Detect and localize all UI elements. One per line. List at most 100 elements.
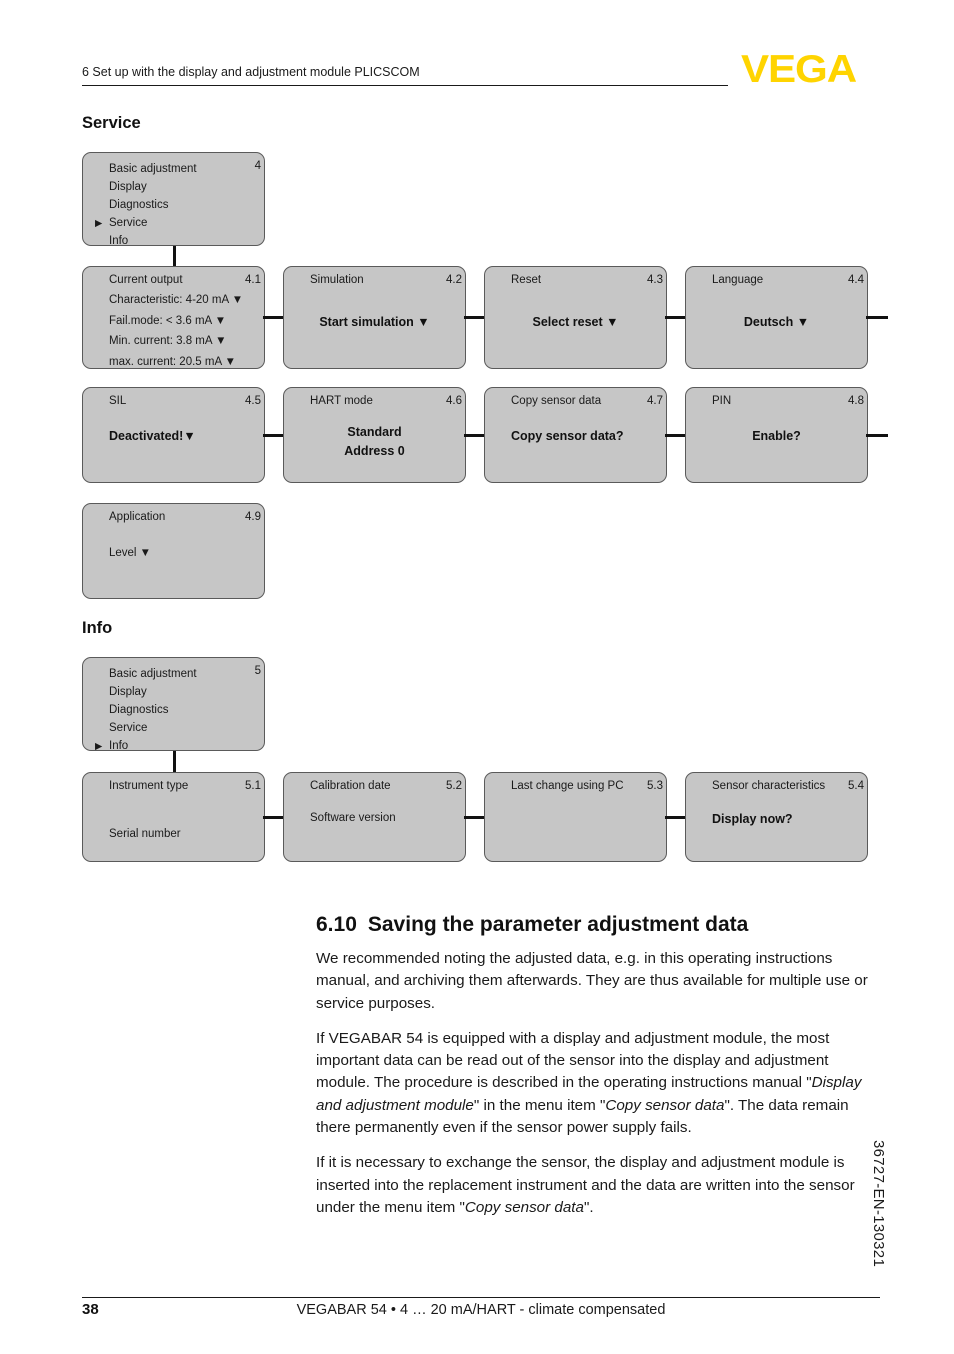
paragraph-2-part-a: If VEGABAR 54 is equipped with a display… — [316, 1029, 830, 1092]
box-title: Last change using PC — [511, 780, 624, 792]
connector-horizontal — [665, 316, 687, 319]
menu-item-selected[interactable]: Info — [95, 737, 197, 756]
article-body: 6.10 Saving the parameter adjustment data… — [316, 912, 878, 1232]
box-number: 5.4 — [848, 780, 864, 792]
connector-horizontal — [464, 316, 486, 319]
footer-divider — [82, 1297, 880, 1298]
box-value: Select reset ▼ — [532, 315, 619, 329]
menu-item[interactable]: Info — [109, 232, 197, 250]
box-value: Serial number — [109, 828, 181, 840]
box-title: Instrument type — [109, 780, 189, 792]
article-paragraph-3: If it is necessary to exchange the senso… — [316, 1152, 878, 1219]
paragraph-3-italic: Copy sensor data — [464, 1198, 584, 1216]
article-heading: 6.10 Saving the parameter adjustment data — [316, 912, 878, 937]
paragraph-2-italic-2: Copy sensor data — [605, 1096, 725, 1114]
box-line: max. current: 20.5 mA ▼ — [109, 355, 237, 368]
box-language[interactable]: Language 4.4 Deutsch ▼ — [685, 266, 868, 369]
box-line: Characteristic: 4-20 mA ▼ — [109, 294, 244, 306]
box-line: Fail.mode: < 3.6 mA ▼ — [109, 314, 227, 327]
info-menu-number: 5 — [254, 665, 261, 677]
box-title: Sensor characteristics — [712, 780, 826, 792]
paragraph-3-part-b: ". — [583, 1198, 594, 1216]
header-divider — [82, 85, 728, 86]
info-menu-box[interactable]: 5 Basic adjustment Display Diagnostics S… — [82, 657, 265, 756]
box-line: Min. current: 3.8 mA ▼ — [109, 335, 227, 347]
box-number: 4.6 — [446, 395, 462, 407]
box-value: Start simulation ▼ — [319, 315, 430, 329]
chapter-title: 6 Set up with the display and adjustment… — [82, 65, 420, 79]
article-heading-text: Saving the parameter adjustment data — [367, 913, 749, 936]
box-number: 4.8 — [848, 395, 864, 407]
menu-item[interactable]: Service — [109, 719, 197, 737]
box-title: PIN — [712, 395, 732, 407]
box-value: Display now? — [712, 812, 793, 826]
vega-logo: VEGA — [741, 48, 857, 91]
box-number: 4.4 — [848, 274, 864, 286]
info-menu-list: Basic adjustment Display Diagnostics Ser… — [95, 665, 197, 756]
box-number: 5.3 — [647, 780, 663, 792]
box-value: Software version — [310, 812, 396, 824]
box-sil[interactable]: SIL 4.5 Deactivated!▼ — [82, 387, 265, 483]
box-title: Language — [712, 274, 764, 286]
box-title: SIL — [109, 395, 127, 407]
article-paragraph-2: If VEGABAR 54 is equipped with a display… — [316, 1028, 878, 1139]
menu-item[interactable]: Display — [109, 683, 197, 701]
box-value-line-2: Address 0 — [344, 444, 405, 458]
paragraph-2-part-b: " in the menu item " — [473, 1096, 606, 1114]
box-number: 4.3 — [647, 274, 663, 286]
box-number: 4.2 — [446, 274, 462, 286]
box-title: HART mode — [310, 395, 373, 407]
box-title: Calibration date — [310, 780, 391, 792]
service-menu-list: Basic adjustment Display Diagnostics Ser… — [95, 160, 197, 250]
box-value: Enable? — [752, 429, 801, 443]
box-title: Reset — [511, 274, 542, 286]
box-number: 5.1 — [245, 780, 261, 792]
box-value: Level ▼ — [109, 547, 152, 559]
menu-item[interactable]: Basic adjustment — [109, 160, 197, 178]
box-number: 4.7 — [647, 395, 663, 407]
box-number: 5.2 — [446, 780, 462, 792]
box-calibration-date[interactable]: Calibration date 5.2 Software version — [283, 772, 466, 862]
connector-horizontal — [464, 816, 486, 819]
box-number: 4.1 — [245, 274, 261, 286]
box-application[interactable]: Application 4.9 Level ▼ — [82, 503, 265, 599]
box-simulation[interactable]: Simulation 4.2 Start simulation ▼ — [283, 266, 466, 369]
box-value: Deactivated!▼ — [109, 429, 196, 443]
connector-horizontal — [464, 434, 486, 437]
box-title: Copy sensor data — [511, 395, 602, 407]
page-header: 6 Set up with the display and adjustment… — [82, 64, 728, 86]
box-title: Current output — [109, 274, 183, 286]
service-menu-box[interactable]: 4 Basic adjustment Display Diagnostics S… — [82, 152, 265, 247]
section-title-service: Service — [82, 114, 141, 132]
menu-item[interactable]: Diagnostics — [109, 196, 197, 214]
box-number: 4.5 — [245, 395, 261, 407]
connector-horizontal-end — [866, 434, 888, 437]
box-lines: Characteristic: 4-20 mA ▼ Fail.mode: < 3… — [109, 290, 256, 372]
connector-horizontal — [263, 816, 285, 819]
box-last-change-using-pc[interactable]: Last change using PC 5.3 — [484, 772, 667, 862]
menu-item[interactable]: Display — [109, 178, 197, 196]
menu-item[interactable]: Basic adjustment — [109, 665, 197, 683]
box-sensor-characteristics[interactable]: Sensor characteristics 5.4 Display now? — [685, 772, 868, 862]
box-title: Application — [109, 511, 166, 523]
box-number: 4.9 — [245, 511, 261, 523]
box-value-line-1: Standard — [347, 425, 402, 439]
connector-horizontal — [263, 316, 285, 319]
menu-item-selected[interactable]: Service — [95, 214, 197, 233]
box-hart-mode[interactable]: HART mode 4.6 Standard Address 0 — [283, 387, 466, 483]
box-instrument-type[interactable]: Instrument type 5.1 Serial number — [82, 772, 265, 862]
box-reset[interactable]: Reset 4.3 Select reset ▼ — [484, 266, 667, 369]
service-menu-number: 4 — [254, 160, 261, 172]
connector-horizontal — [665, 434, 687, 437]
section-title-info: Info — [82, 619, 113, 637]
footer-title: VEGABAR 54 • 4 … 20 mA/HART - climate co… — [296, 1302, 666, 1318]
box-value: Copy sensor data? — [511, 429, 624, 443]
box-pin[interactable]: PIN 4.8 Enable? — [685, 387, 868, 483]
menu-item[interactable]: Diagnostics — [109, 701, 197, 719]
connector-horizontal-end — [866, 316, 888, 319]
connector-horizontal — [263, 434, 285, 437]
box-title: Simulation — [310, 274, 364, 286]
box-copy-sensor-data[interactable]: Copy sensor data 4.7 Copy sensor data? — [484, 387, 667, 483]
box-current-output[interactable]: Current output 4.1 Characteristic: 4-20 … — [82, 266, 265, 369]
document-code: 36727-EN-130321 — [870, 1140, 887, 1268]
